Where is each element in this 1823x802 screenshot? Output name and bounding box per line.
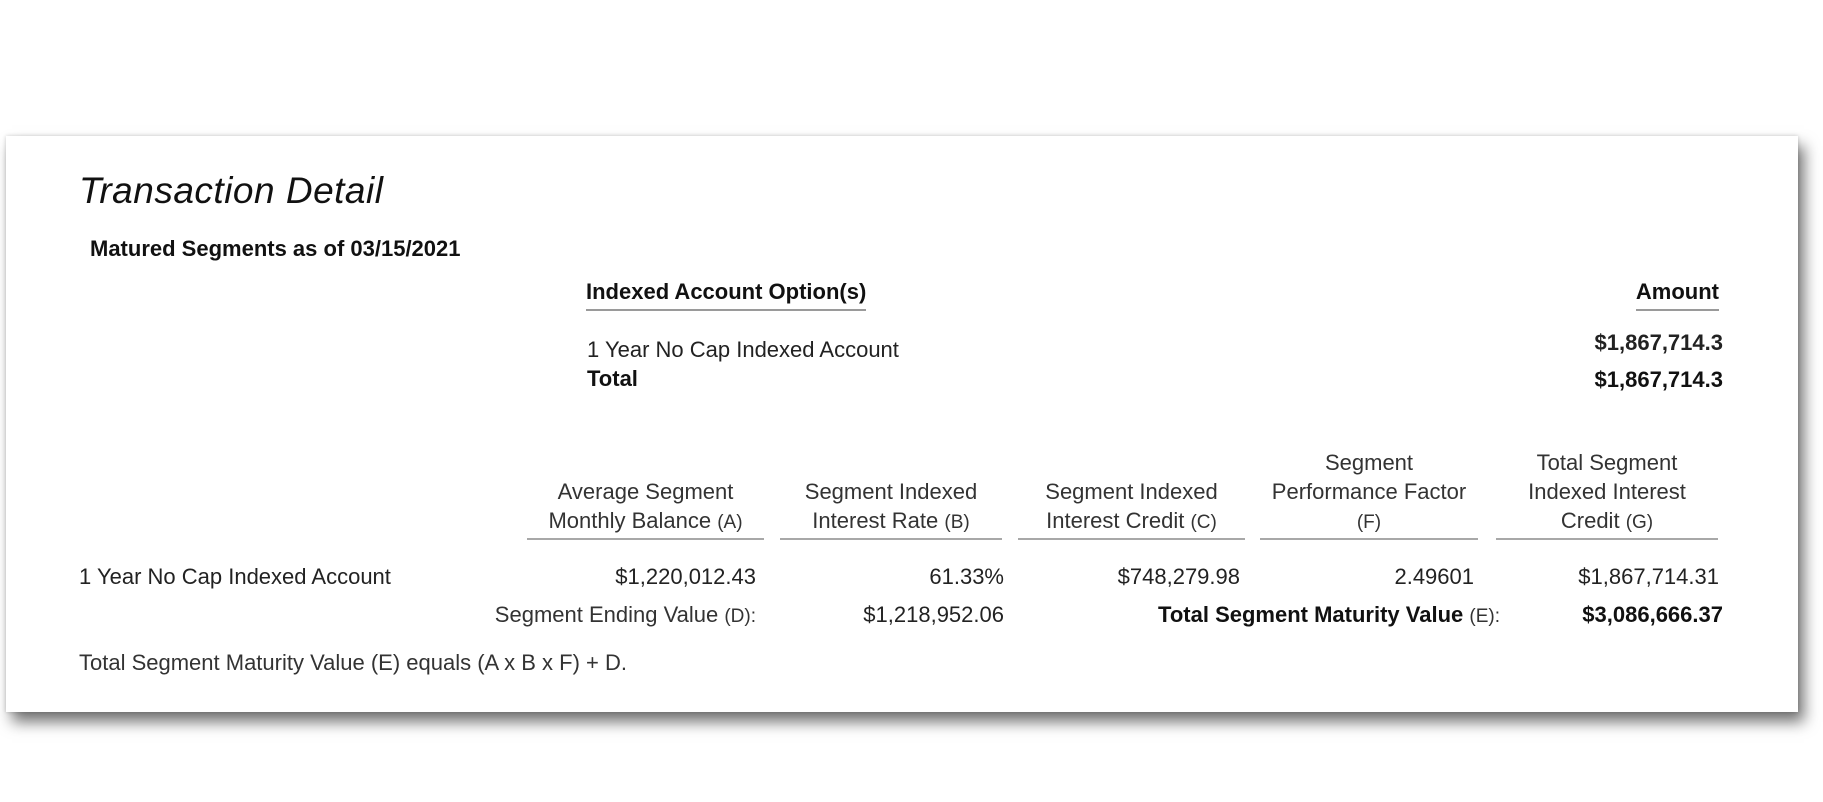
column-header-code: (C) [1190,512,1217,533]
column-header-code: (F) [1356,512,1382,533]
option-name: 1 Year No Cap Indexed Account [587,337,899,362]
column-header-code: (G) [1625,512,1654,533]
segment-row-name: 1 Year No Cap Indexed Account [79,564,391,589]
segment-ending-value-label: Segment Ending Value (D): [495,602,756,628]
transaction-detail-card: Transaction Detail Matured Segments as o… [6,136,1798,712]
option-amount: $1,867,714.3 [1594,330,1723,355]
column-header-interest-rate: Segment Indexed Interest Rate (B) [780,477,1002,540]
indexed-account-options-header: Indexed Account Option(s) [586,279,867,311]
total-interest-credit-value: $1,867,714.31 [1578,564,1719,589]
total-amount: $1,867,714.3 [1594,367,1723,392]
page-title: Transaction Detail [79,170,384,211]
maturity-formula-note: Total Segment Maturity Value (E) equals … [79,650,627,675]
total-segment-maturity-text: Total Segment Maturity Value [1158,602,1464,627]
column-header-label: Average Segment Monthly Balance [548,479,734,533]
column-header-label: Segment Performance Factor [1271,450,1467,504]
segment-ending-value-code: (D): [724,606,756,627]
column-header-interest-credit: Segment Indexed Interest Credit (C) [1018,477,1245,540]
total-segment-maturity-label: Total Segment Maturity Value (E): [1158,602,1500,628]
matured-segments-heading: Matured Segments as of 03/15/2021 [90,236,461,261]
column-header-performance-factor: Segment Performance Factor (F) [1260,448,1478,540]
column-header-code: (B) [944,512,970,533]
total-segment-maturity-value: $3,086,666.37 [1582,602,1723,627]
total-label: Total [587,366,638,391]
performance-factor-value: 2.49601 [1394,564,1474,589]
column-header-label: Total Segment Indexed Interest Credit [1528,450,1686,533]
total-segment-maturity-code: (E): [1469,606,1500,627]
segment-ending-value: $1,218,952.06 [863,602,1004,627]
column-header-average-balance: Average Segment Monthly Balance (A) [527,477,764,540]
amount-header: Amount [1635,279,1719,311]
interest-credit-value: $748,279.98 [1117,564,1240,589]
segment-ending-value-text: Segment Ending Value [494,602,719,627]
average-balance-value: $1,220,012.43 [615,564,756,589]
column-header-code: (A) [717,512,743,533]
interest-rate-value: 61.33% [929,564,1004,589]
column-header-total-interest-credit: Total Segment Indexed Interest Credit (G… [1496,448,1718,540]
